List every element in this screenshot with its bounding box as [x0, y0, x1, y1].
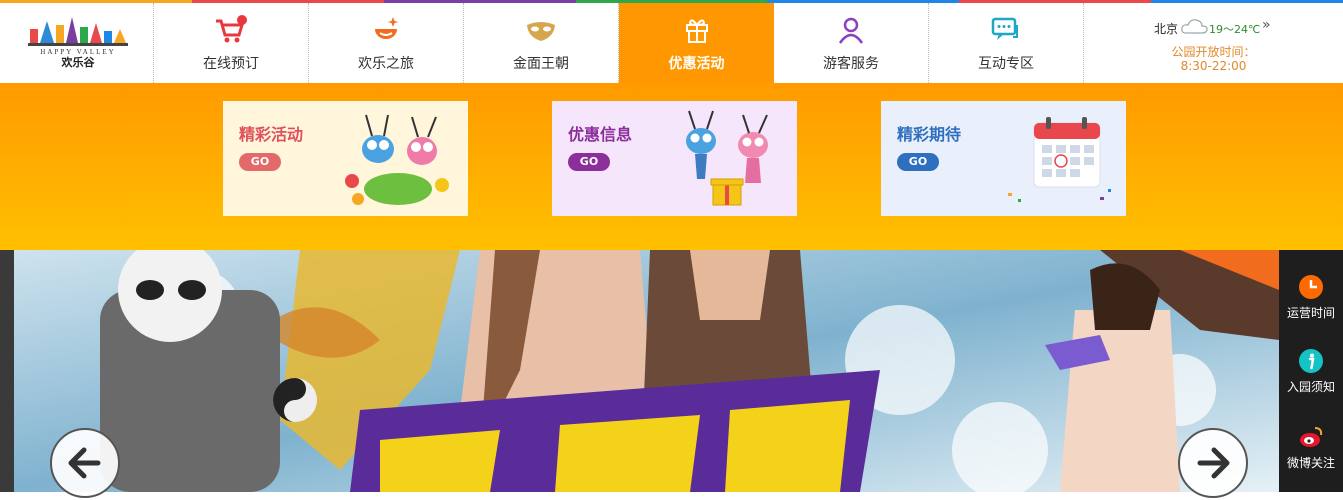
site-logo[interactable]: HAPPY VALLEY 欢乐谷: [0, 3, 154, 83]
weather-more-link[interactable]: »: [1262, 17, 1271, 33]
svg-text:HAPPY VALLEY: HAPPY VALLEY: [40, 48, 115, 56]
calendar-illustration: [1008, 117, 1111, 202]
banner-next-button[interactable]: [1178, 428, 1248, 498]
promo-card-title: 优惠信息: [568, 125, 633, 144]
nav-label: 优惠活动: [668, 56, 725, 72]
person-icon: [838, 17, 864, 44]
promo-card-coming-soon[interactable]: 精彩期待 GO: [881, 101, 1126, 216]
banner-prev-button[interactable]: [50, 428, 120, 498]
nav-happy-journey[interactable]: 欢乐之旅: [309, 3, 464, 83]
nav-online-booking[interactable]: 在线预订: [154, 3, 309, 83]
promo-card-events[interactable]: 精彩活动 GO: [223, 101, 468, 216]
nav-visitor-service[interactable]: 游客服务: [774, 3, 929, 83]
hero-banner[interactable]: [0, 250, 1279, 492]
clock-icon: [1299, 275, 1323, 299]
ant-mascots-gift-illustration: [686, 110, 768, 206]
sidebar-item-entry-notice[interactable]: 入园须知: [1279, 348, 1343, 395]
promo-go-button[interactable]: GO: [897, 153, 939, 171]
nav-label: 欢乐之旅: [358, 56, 414, 72]
sidebar-item-label: 入园须知: [1286, 380, 1335, 394]
nav-golden-mask[interactable]: 金面王朝: [464, 3, 619, 83]
info-icon: [1299, 349, 1323, 373]
logo-icon: HAPPY VALLEY 欢乐谷: [28, 17, 128, 69]
promo-go-button[interactable]: GO: [239, 153, 281, 171]
sidebar-item-label: 运营时间: [1286, 306, 1335, 320]
nav-interactive-zone[interactable]: 互动专区: [929, 3, 1084, 83]
sidebar-item-hours[interactable]: 运营时间: [1279, 274, 1343, 321]
park-hours-value: 8:30-22:00: [1180, 59, 1247, 73]
weather-city: 北京: [1154, 22, 1179, 36]
sparkle-smile-icon: [375, 17, 399, 39]
right-sidebar: 运营时间 入园须知 微博关注: [1279, 250, 1343, 492]
nav-promotions[interactable]: 优惠活动: [619, 3, 774, 83]
svg-text:欢乐谷: 欢乐谷: [61, 55, 96, 69]
park-hours-label: 公园开放时间：: [1171, 45, 1256, 59]
chat-bubbles-icon: [991, 17, 1018, 40]
main-header: HAPPY VALLEY 欢乐谷 在线预订 欢乐之旅 金面王朝 优惠活动 游客服…: [0, 3, 1343, 83]
arrow-right-icon: [1197, 447, 1230, 479]
shopping-cart-icon: [216, 15, 247, 43]
promo-card-title: 精彩活动: [239, 125, 304, 144]
promotions-dropdown: 精彩活动 GO 优惠信息 GO 精彩期待 GO: [0, 83, 1343, 250]
gift-icon: [685, 19, 708, 43]
promo-card-offers[interactable]: 优惠信息 GO: [552, 101, 797, 216]
golden-mask-icon: [527, 22, 555, 41]
nav-label: 在线预订: [203, 56, 259, 72]
nav-label: 互动专区: [978, 56, 1034, 72]
ant-mascots-flowers-illustration: [345, 114, 449, 205]
sidebar-item-label: 微博关注: [1286, 456, 1335, 470]
weibo-icon: [1300, 427, 1323, 447]
nav-label: 游客服务: [823, 56, 879, 72]
arrow-left-icon: [68, 447, 101, 479]
sidebar-item-weibo[interactable]: 微博关注: [1279, 424, 1343, 471]
nav-label: 金面王朝: [513, 56, 569, 72]
weather-temperature: 19～24℃: [1209, 23, 1261, 36]
weather-panel: 北京 19～24℃ » 公园开放时间： 8:30-22:00: [1084, 3, 1343, 83]
promo-go-button[interactable]: GO: [568, 153, 610, 171]
promo-card-title: 精彩期待: [897, 125, 962, 144]
carnival-poster-image: [0, 250, 1279, 492]
cloud-icon: [1181, 19, 1208, 34]
